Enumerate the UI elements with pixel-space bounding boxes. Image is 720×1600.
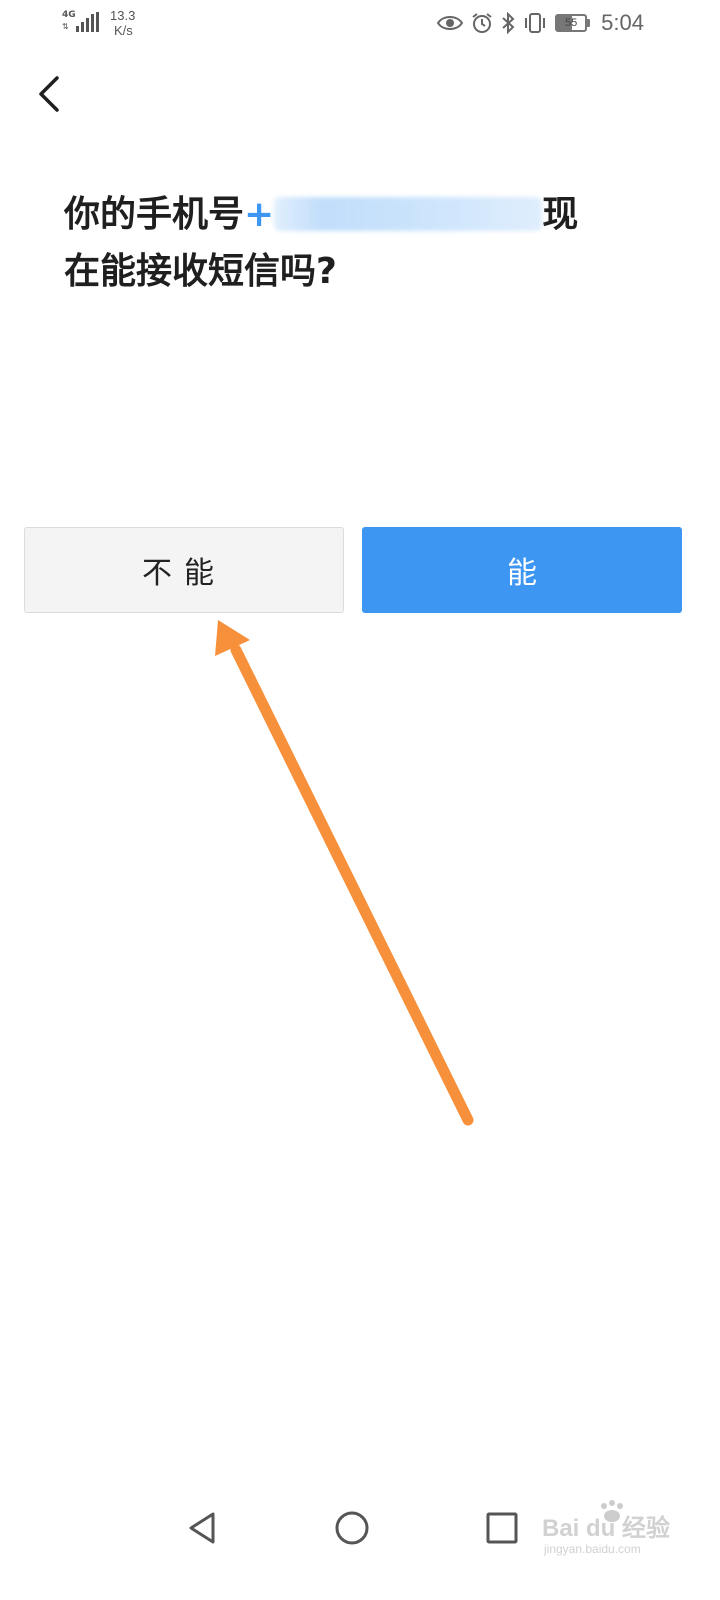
network-speed: 13.3 K/s <box>110 8 135 38</box>
watermark-url: jingyan.baidu.com <box>543 1542 641 1556</box>
alarm-icon <box>472 13 492 33</box>
status-bar-left: 4G ⇅ 13.3 K/s <box>62 8 135 38</box>
back-triangle-icon <box>189 1512 215 1544</box>
question-suffix: 现 <box>542 194 579 235</box>
nav-recent-button[interactable] <box>476 1502 528 1554</box>
status-bar-right: 55 5:04 <box>437 10 644 36</box>
network-indicator: 4G ⇅ <box>62 8 100 34</box>
can-receive-button[interactable]: 能 <box>362 527 682 613</box>
vibrate-icon <box>525 13 546 33</box>
data-activity-icon: ⇅ <box>62 22 69 31</box>
chevron-left-icon <box>39 76 59 112</box>
page-title: 你的手机号+ 现 在能接收短信吗? <box>64 186 664 300</box>
cannot-receive-button[interactable]: 不能 <box>24 527 344 613</box>
network-speed-unit: K/s <box>114 23 133 38</box>
network-speed-value: 13.3 <box>110 8 136 23</box>
question-prefix: 你的手机号 <box>64 194 245 235</box>
eye-icon <box>437 16 464 30</box>
back-button[interactable] <box>24 66 76 122</box>
phone-number-prefix: + <box>244 194 275 235</box>
status-bar: 4G ⇅ 13.3 K/s 55 5:04 <box>0 0 720 48</box>
nav-home-button[interactable] <box>326 1502 378 1554</box>
question-line-2: 在能接收短信吗? <box>64 251 337 292</box>
recent-square-icon <box>486 1512 518 1544</box>
baidu-watermark-logo: Bai du 经验 jingyan.baidu.com <box>542 1500 670 1556</box>
nav-back-button[interactable] <box>176 1502 228 1554</box>
signal-strength-icon <box>76 12 99 32</box>
battery-level: 55 <box>565 17 578 29</box>
watermark-brand: Bai du 经验 <box>542 1514 670 1542</box>
bluetooth-icon <box>502 12 515 34</box>
phone-number: + <box>244 194 543 235</box>
home-circle-icon <box>335 1511 369 1545</box>
phone-number-masked <box>274 197 543 231</box>
question-line-1: 你的手机号+ 现 <box>64 186 664 243</box>
network-type-label: 4G <box>62 10 76 20</box>
battery-icon: 55 <box>555 14 591 32</box>
status-time: 5:04 <box>601 10 644 35</box>
